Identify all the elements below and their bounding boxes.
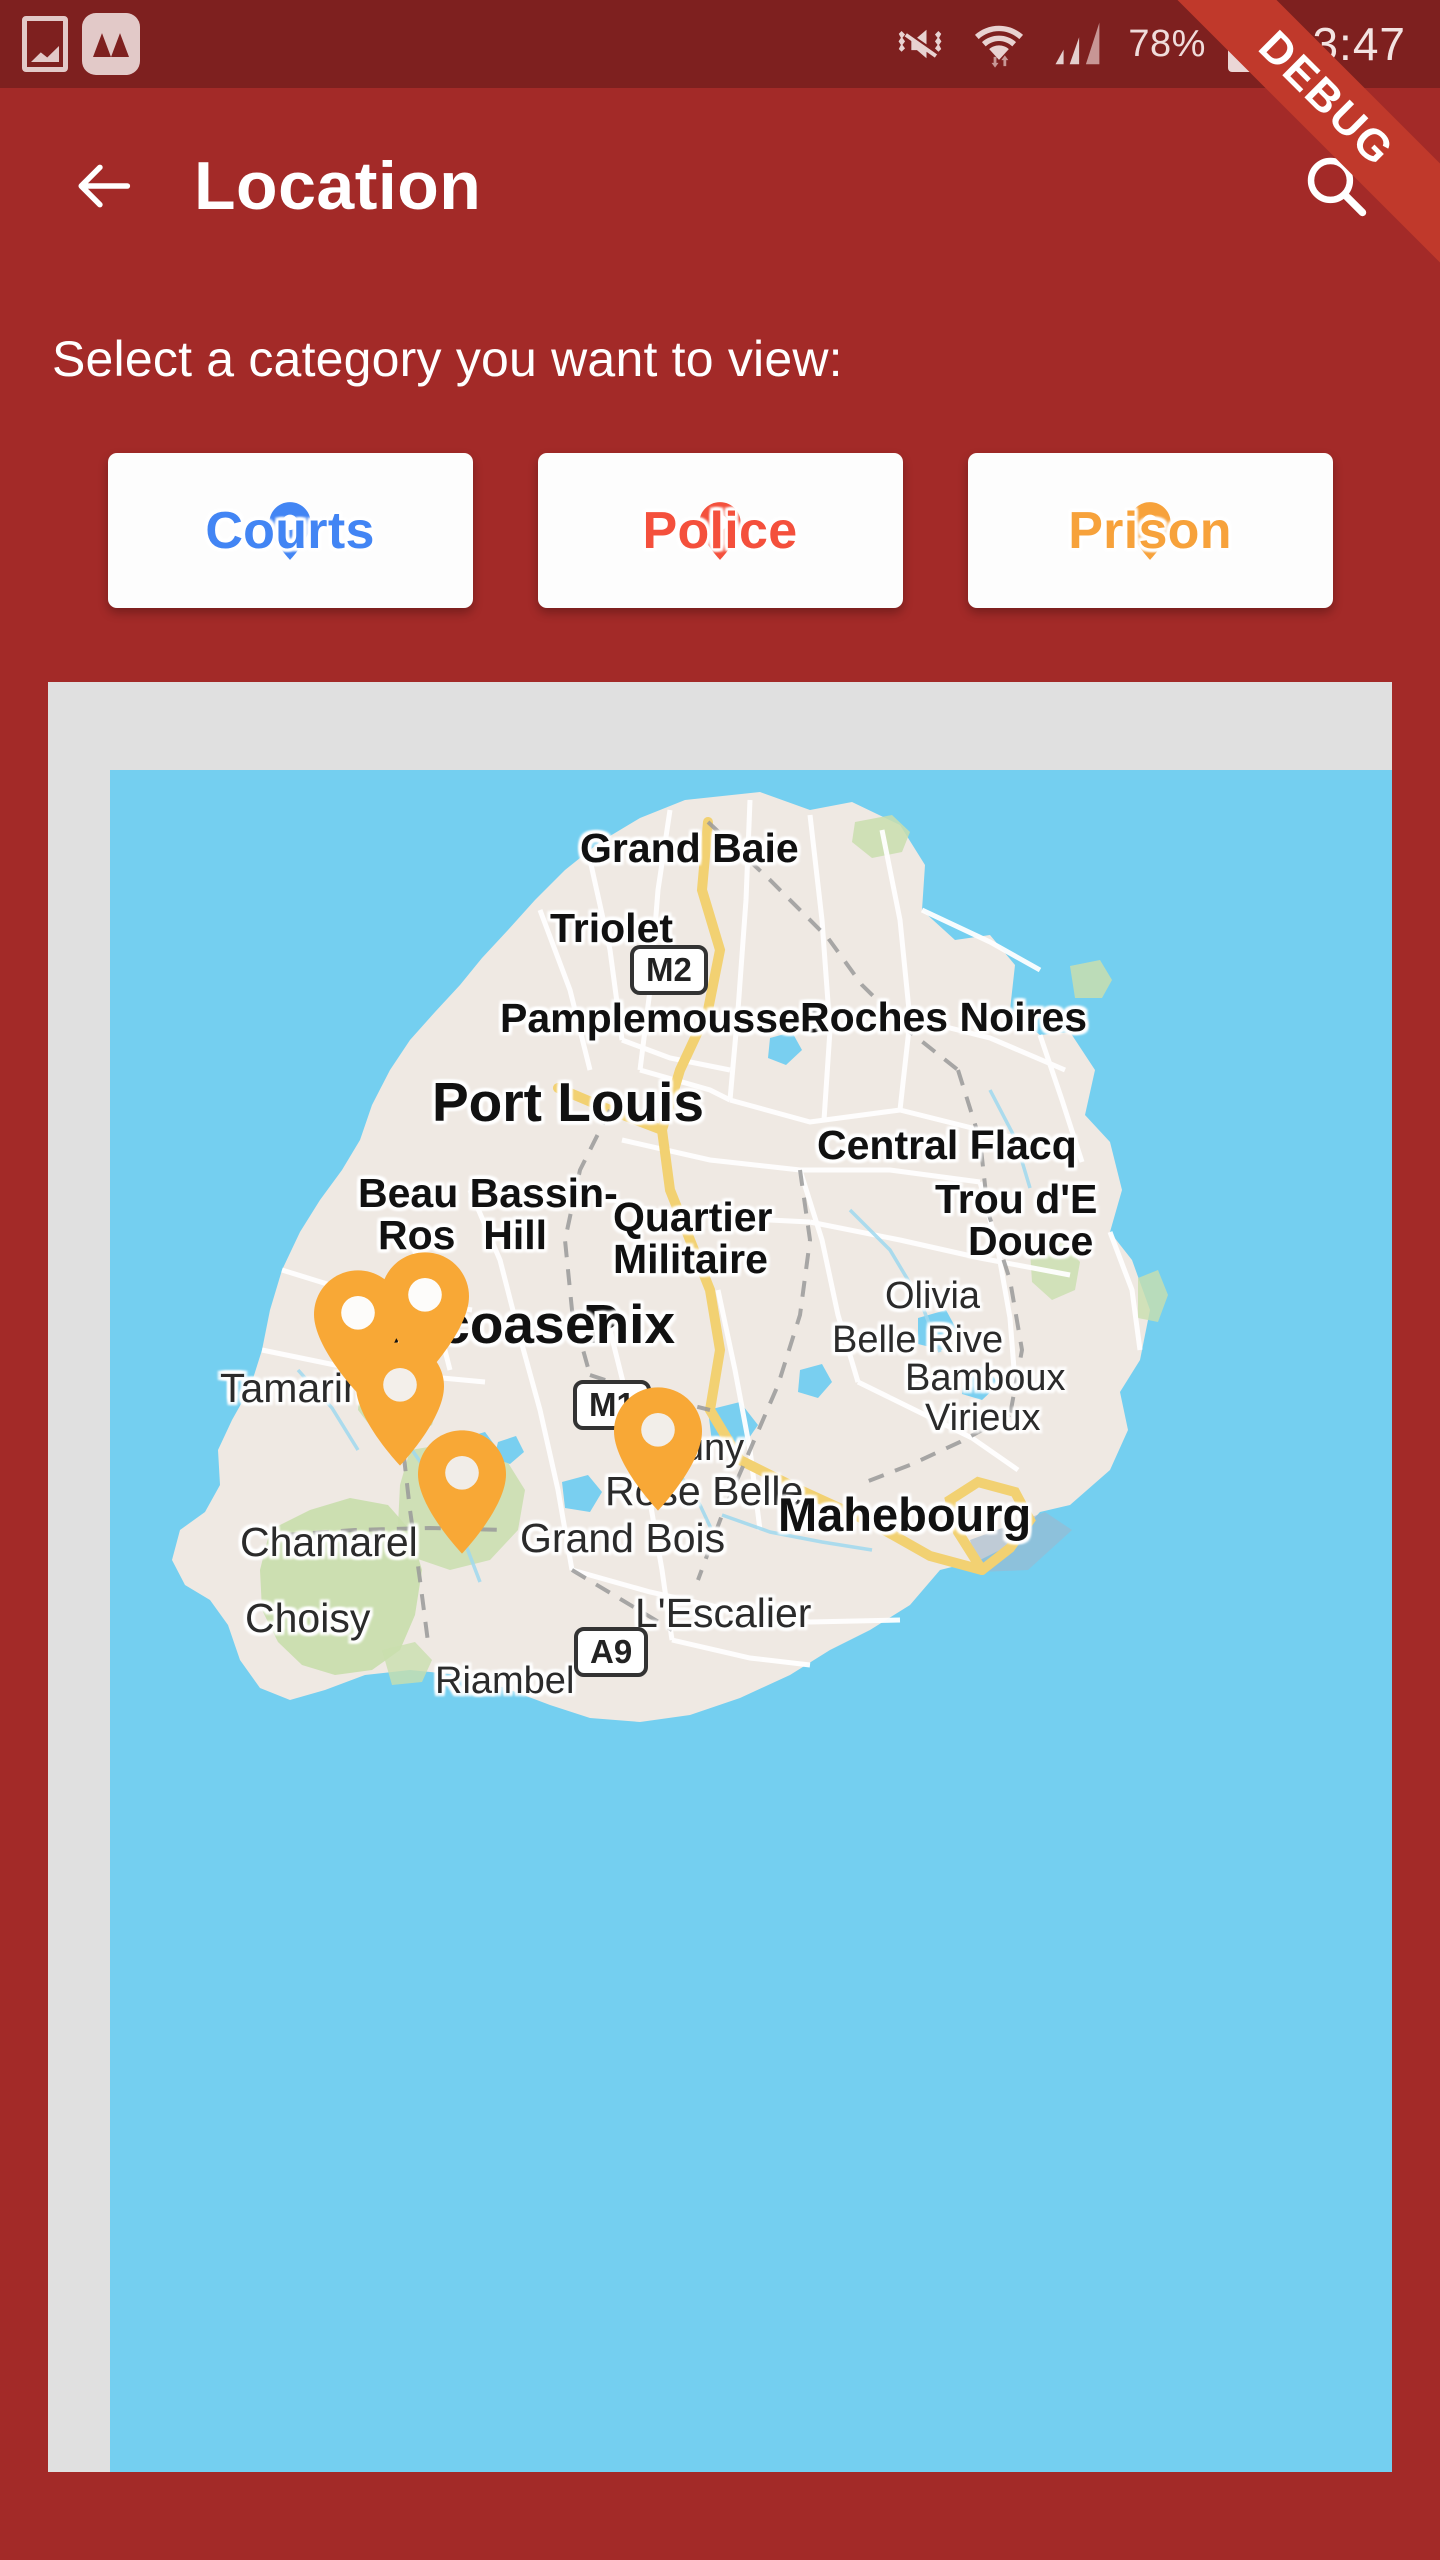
category-button-row: Courts Police Prison xyxy=(0,453,1440,608)
map-label: Belle Rive xyxy=(832,1319,1004,1361)
map-container[interactable]: Grand Baie Triolet Pamplemousses Roches … xyxy=(48,682,1392,2472)
category-label-courts: Courts xyxy=(205,501,375,560)
cellular-signal-icon xyxy=(1055,22,1100,65)
category-button-courts[interactable]: Courts xyxy=(107,453,473,608)
battery-percent-label: 78% xyxy=(1128,22,1206,65)
map-label: Douce xyxy=(968,1218,1094,1264)
map-label: Grand Baie xyxy=(580,825,799,871)
status-bar: 78% 13:47 xyxy=(0,0,1440,88)
map-label: Central Flacq xyxy=(817,1122,1077,1168)
clock-label: 13:47 xyxy=(1285,18,1406,70)
map-label: Trou d'E xyxy=(935,1176,1098,1222)
map-label: Mahebourg xyxy=(778,1488,1032,1541)
map-label: Olivia xyxy=(885,1275,981,1317)
app-bar: Location xyxy=(0,88,1440,283)
app-notification-icon xyxy=(82,13,140,75)
screenshot-notification-icon xyxy=(22,16,68,72)
map-label: Virieux xyxy=(925,1397,1041,1439)
map-label: enix xyxy=(565,1293,676,1355)
map-label: Chamarel xyxy=(240,1519,418,1565)
map-viewport[interactable]: Grand Baie Triolet Pamplemousses Roches … xyxy=(110,770,1392,2472)
road-shield: A9 xyxy=(574,1627,649,1677)
back-button[interactable] xyxy=(56,138,152,234)
map-label: Port Louis xyxy=(432,1071,704,1133)
category-label-prison: Prison xyxy=(1068,501,1232,560)
road-shield: M2 xyxy=(630,945,708,995)
map-label: Riambel xyxy=(435,1660,575,1702)
search-icon xyxy=(1307,157,1367,216)
search-button[interactable] xyxy=(1288,138,1384,234)
category-button-prison[interactable]: Prison xyxy=(967,453,1333,608)
status-notification-icons xyxy=(22,13,140,75)
category-button-police[interactable]: Police xyxy=(537,453,903,608)
arrow-back-icon xyxy=(78,164,131,207)
map-label: L'Escalier xyxy=(635,1590,812,1636)
vibrate-off-icon xyxy=(898,29,942,59)
map-label: Grand Bois xyxy=(520,1515,726,1561)
category-label-police: Police xyxy=(642,501,798,560)
map-label: Quartier xyxy=(613,1194,773,1240)
map-label: Beau Bassin- xyxy=(358,1170,618,1216)
category-prompt: Select a category you want to view: xyxy=(52,331,843,387)
prison-marker-5[interactable] xyxy=(608,1385,708,1513)
map-label: Choisy xyxy=(245,1595,371,1641)
wifi-icon xyxy=(975,25,1024,68)
map-label: Bamboux xyxy=(905,1357,1066,1399)
location-screen: 78% 13:47 DEBUG Location Select a catego… xyxy=(0,0,1440,2560)
map-label: Pamplemousses xyxy=(500,995,824,1041)
battery-charging-icon xyxy=(1227,8,1264,72)
map-label: Militaire xyxy=(613,1236,768,1282)
prison-marker-4[interactable] xyxy=(412,1428,512,1556)
map-label: Roches Noires xyxy=(800,994,1088,1040)
page-title: Location xyxy=(194,147,482,224)
status-system-icons: 78% 13:47 xyxy=(892,8,1418,72)
